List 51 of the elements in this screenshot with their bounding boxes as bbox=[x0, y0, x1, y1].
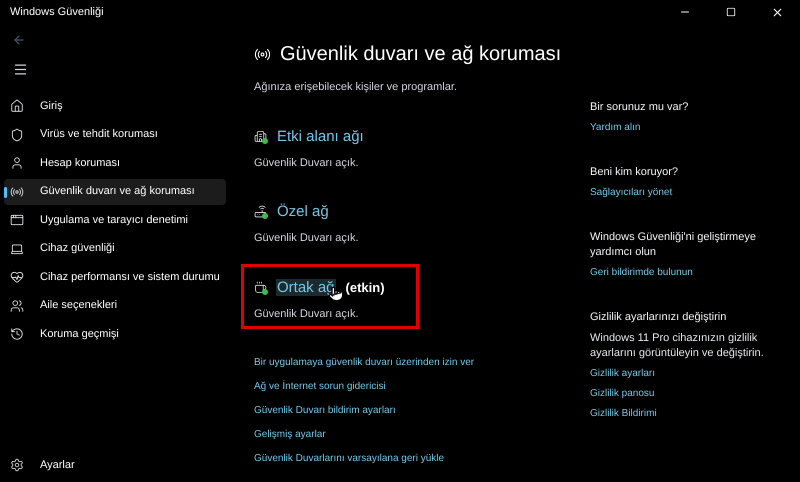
settings-link[interactable]: Güvenlik Duvarlarını varsayılana geri yükle bbox=[254, 451, 590, 466]
network-link[interactable]: Etki alanı ağı bbox=[276, 128, 365, 144]
building-icon bbox=[254, 130, 268, 144]
sidebar-item[interactable]: Hesap koruması bbox=[4, 150, 226, 176]
shield-icon bbox=[10, 128, 24, 142]
sidebar-item[interactable]: Virüs ve tehdit koruması bbox=[4, 122, 226, 148]
window-title: Windows Güvenliği bbox=[10, 4, 104, 20]
panel-link[interactable]: Gizlilik panosu bbox=[590, 386, 770, 401]
network-status: Güvenlik Duvarı açık. bbox=[254, 306, 360, 322]
settings-link[interactable]: Bir uygulamaya güvenlik duvarı üzerinden izin ver bbox=[254, 355, 590, 370]
network-status: Güvenlik Duvarı açık. bbox=[254, 156, 360, 170]
sidebar-item[interactable]: Koruma geçmişi bbox=[4, 321, 226, 347]
sidebar-item[interactable]: Güvenlik duvarı ve ağ koruması bbox=[4, 178, 226, 204]
panel-link[interactable]: Geri bildirimde bulunun bbox=[590, 265, 770, 280]
laptop-icon bbox=[10, 242, 24, 256]
history-icon bbox=[10, 327, 24, 341]
panel-text: Windows 11 Pro cihazınızın gizlilik ayarlarını görüntüleyin ve değiştirin. bbox=[590, 331, 765, 361]
sidebar-item[interactable]: Cihaz performansı ve sistem durumu bbox=[4, 264, 226, 290]
maximize-icon bbox=[726, 7, 736, 17]
window-icon bbox=[10, 213, 24, 227]
panel-heading: Beni kim koruyor? bbox=[590, 165, 680, 180]
settings-link[interactable]: Ağ ve İnternet sorun gidericisi bbox=[254, 379, 590, 394]
sidebar-item[interactable]: Giriş bbox=[4, 93, 226, 119]
settings-link[interactable]: Gelişmiş ayarlar bbox=[254, 427, 590, 442]
selection-indicator bbox=[4, 186, 7, 198]
network-status: Güvenlik Duvarı açık. bbox=[254, 231, 360, 246]
sidebar-item[interactable]: Uygulama ve tarayıcı denetimi bbox=[4, 207, 226, 233]
person-icon bbox=[10, 156, 24, 170]
page-subtitle: Ağınıza erişebilecek kişiler ve programlar. bbox=[254, 80, 458, 95]
panel-link[interactable]: Gizlilik ayarları bbox=[590, 366, 770, 381]
people-icon bbox=[10, 298, 24, 312]
sidebar-item[interactable]: Cihaz güvenliği bbox=[4, 236, 226, 262]
home-icon bbox=[10, 99, 24, 113]
network-link[interactable]: Özel ağ bbox=[276, 203, 330, 220]
sidebar-item[interactable]: Aile seçenekleri bbox=[4, 292, 226, 318]
panel-link[interactable]: Yardım alın bbox=[590, 120, 770, 135]
panel-heading: Gizlilik ayarlarınızı değiştirin bbox=[590, 310, 728, 325]
settings-item[interactable]: Ayarlar bbox=[4, 452, 124, 478]
panel-heading: Bir sorunuz mu var? bbox=[590, 100, 690, 115]
page-title: Güvenlik duvarı ve ağ koruması bbox=[280, 42, 562, 67]
heart-pulse-icon bbox=[10, 270, 24, 284]
antenna-icon bbox=[10, 184, 24, 198]
panel-link[interactable]: Sağlayıcıları yönet bbox=[590, 185, 770, 200]
router-icon bbox=[254, 205, 268, 219]
panel-link[interactable]: Gizlilik Bildirimi bbox=[590, 406, 770, 421]
close-icon bbox=[770, 6, 784, 18]
settings-link[interactable]: Güvenlik Duvarı bildirim ayarları bbox=[254, 403, 590, 418]
panel-heading: Windows Güvenliği'ni geliştirmeye yardımcı olun bbox=[590, 230, 757, 260]
settings-icon bbox=[10, 458, 24, 472]
active-label: (etkin) bbox=[346, 278, 385, 297]
cup-icon bbox=[254, 280, 268, 294]
